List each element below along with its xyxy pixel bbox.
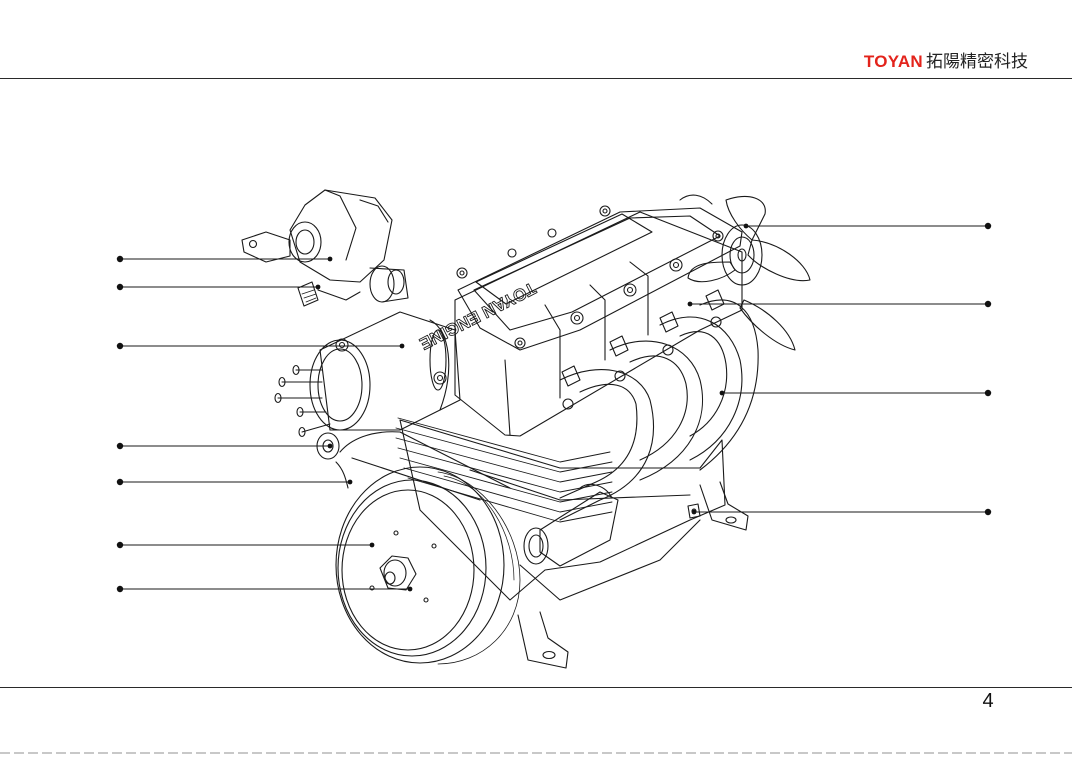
exhaust-collector (523, 483, 619, 567)
cooling-fan (679, 194, 811, 351)
bottom-dotted-border (0, 752, 1072, 754)
crankcase (399, 419, 726, 601)
thermostat-housing (241, 189, 409, 307)
callout-dots (116, 222, 992, 593)
cylinder-head (454, 211, 743, 437)
drive-belt (335, 431, 511, 501)
valve-cover: TOYAN ENGINE (416, 205, 743, 354)
crank-nut (379, 555, 417, 591)
crank-pulley (335, 466, 521, 665)
engine-illustration: TOYAN ENGINE (116, 189, 992, 669)
callout-lines-left (119, 258, 411, 590)
footer-divider (0, 687, 1072, 688)
page-number: 4 (982, 690, 994, 712)
